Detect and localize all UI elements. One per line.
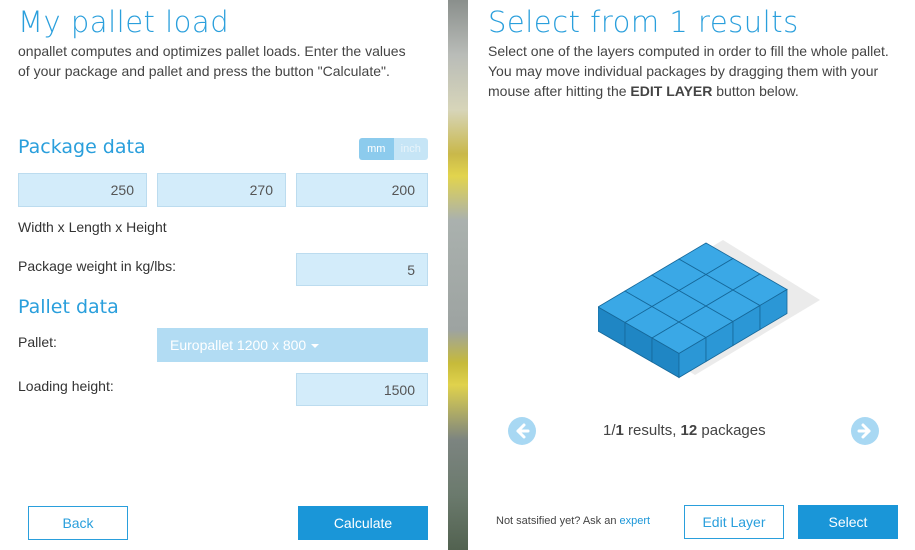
results-intro-end: button below. (712, 83, 799, 99)
height-input[interactable]: 200 (296, 173, 428, 207)
caret-down-icon (311, 344, 320, 349)
help-text: Not satsified yet? Ask an expert (496, 515, 650, 527)
pallet-layer-visualization[interactable] (598, 235, 828, 385)
unit-toggle[interactable]: mm inch (359, 138, 428, 160)
arrow-right-icon (857, 423, 871, 439)
left-panel: My pallet load onpallet computes and opt… (0, 0, 448, 550)
results-intro: Select one of the layers computed in ord… (488, 41, 898, 101)
results-title: Select from 1 results (488, 5, 799, 39)
unit-mm-button[interactable]: mm (359, 138, 394, 160)
result-index: 1/ (603, 422, 616, 439)
package-count: 12 (680, 422, 698, 439)
loading-height-label: Loading height: (18, 378, 114, 394)
edit-layer-emphasis: EDIT LAYER (630, 83, 713, 99)
right-panel: Select from 1 results Select one of the … (468, 0, 915, 550)
page-title: My pallet load (18, 5, 230, 39)
result-total: 1 (615, 422, 624, 439)
package-data-heading: Package data (18, 136, 146, 158)
pallet-select-value: Europallet 1200 x 800 (170, 337, 307, 353)
loading-height-input[interactable]: 1500 (296, 373, 428, 406)
unit-inch-button[interactable]: inch (393, 138, 428, 160)
previous-result-button[interactable] (508, 417, 536, 445)
intro-text: onpallet computes and optimizes pallet l… (18, 43, 406, 79)
back-button[interactable]: Back (28, 506, 128, 540)
packages-label: packages (697, 422, 766, 439)
weight-label: Package weight in kg/lbs: (18, 258, 176, 274)
edit-layer-button[interactable]: Edit Layer (684, 505, 784, 539)
pallet-select[interactable]: Europallet 1200 x 800 (157, 328, 428, 362)
width-input[interactable]: 250 (18, 173, 147, 207)
results-counter: 1/1 results, 12 packages (603, 422, 766, 439)
next-result-button[interactable] (851, 417, 879, 445)
select-button[interactable]: Select (798, 505, 898, 539)
dimensions-label: Width x Length x Height (18, 219, 167, 235)
length-input[interactable]: 270 (157, 173, 286, 207)
weight-input[interactable]: 5 (296, 253, 428, 286)
results-label: results, (623, 422, 681, 439)
pallet-label: Pallet: (18, 334, 57, 350)
help-text-label: Not satsified yet? Ask an (496, 515, 620, 527)
calculate-button[interactable]: Calculate (298, 506, 428, 540)
pallet-data-heading: Pallet data (18, 296, 119, 318)
background-strip (448, 0, 468, 550)
arrow-left-icon (516, 423, 530, 439)
expert-link[interactable]: expert (620, 515, 651, 527)
